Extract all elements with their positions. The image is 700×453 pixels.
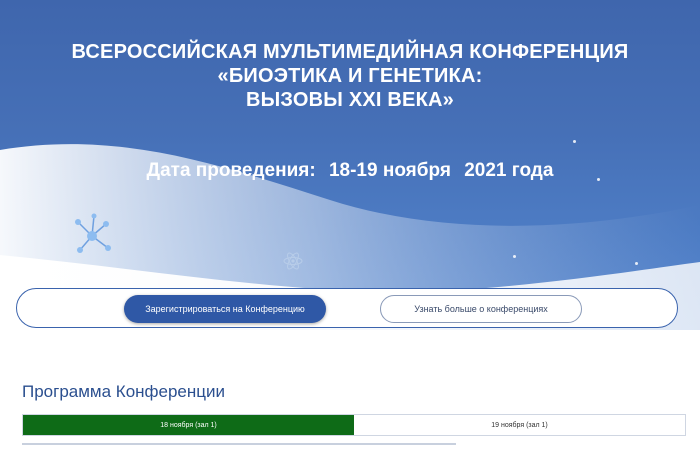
date-label: Дата проведения: (146, 160, 316, 181)
conference-title-line2: «БИОЭТИКА И ГЕНЕТИКА: (217, 65, 483, 87)
conference-title-line3: ВЫЗОВЫ XXI ВЕКА» (246, 89, 454, 111)
sparkle-dot (573, 140, 576, 143)
program-tabs: 18 ноября (зал 1) 19 ноября (зал 1) (22, 414, 686, 436)
event-date: Дата проведения: 18-19 ноября 2021 года (0, 160, 700, 182)
atom-icon (283, 252, 303, 270)
date-days: 18-19 ноября (328, 160, 451, 181)
molecule-icon (75, 213, 111, 253)
register-button[interactable]: Зарегистрироваться на Конференцию (124, 295, 326, 323)
sparkle-dot (513, 255, 516, 258)
date-year: 2021 года (464, 160, 554, 181)
tabs-divider (22, 443, 456, 445)
learn-more-button[interactable]: Узнать больше о конференциях (380, 295, 582, 323)
hero-banner: ВСЕРОССИЙСКАЯ МУЛЬТИМЕДИЙНАЯ КОНФЕРЕНЦИЯ… (0, 0, 700, 330)
sparkle-dot (597, 178, 600, 181)
program-title: Программа Конференции (22, 382, 226, 401)
conference-title-line1: ВСЕРОССИЙСКАЯ МУЛЬТИМЕДИЙНАЯ КОНФЕРЕНЦИЯ (71, 41, 629, 63)
tab-day-2[interactable]: 19 ноября (зал 1) (354, 415, 685, 435)
tab-day-1[interactable]: 18 ноября (зал 1) (23, 415, 354, 435)
sparkle-dot (635, 262, 638, 265)
